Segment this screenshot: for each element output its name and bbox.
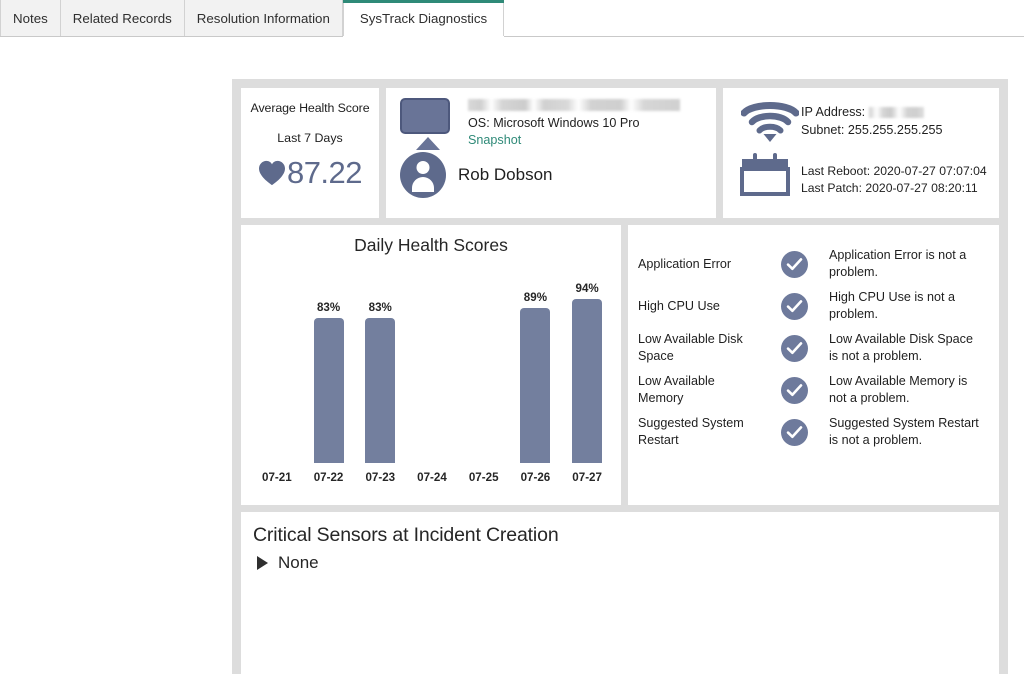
diagnostic-check-row: Suggested System Restart Suggested System… [638, 415, 985, 449]
average-health-score-card: Average Health Score Last 7 Days 87.22 [241, 88, 379, 218]
chart-bar-rect [520, 307, 551, 463]
dashboard-middle-row: Daily Health Scores 83% 83% 89% 94% 07-21 07… [241, 225, 999, 505]
tab-label: SysTrack Diagnostics [359, 10, 488, 26]
calendar-icon [739, 151, 791, 202]
check-name: Suggested System Restart [638, 416, 744, 447]
ip-address-row: IP Address: [801, 105, 942, 119]
user-block: Rob Dobson [400, 152, 553, 198]
machine-os-label: OS: Microsoft Windows 10 Pro [468, 116, 640, 130]
check-name: Low Available Memory [638, 374, 715, 405]
dashboard-header-row: Average Health Score Last 7 Days 87.22 O… [241, 88, 999, 218]
chart-x-tick: 07-27 [572, 471, 602, 484]
tab-related-records[interactable]: Related Records [60, 0, 185, 37]
diagnostic-check-row: Low Available Disk Space Low Available Di… [638, 331, 985, 365]
check-status-cell [763, 418, 825, 446]
chart-bar-label: 94% [575, 282, 599, 296]
tab-strip: Notes Related Records Resolution Informati… [0, 0, 505, 37]
check-name: High CPU Use [638, 298, 720, 313]
chart-bar[interactable]: 83% [303, 265, 355, 463]
reboot-patch-block: Last Reboot: 2020-07-27 07:07:04 Last Pa… [801, 164, 987, 195]
chart-title: Daily Health Scores [354, 235, 508, 255]
tab-label: Notes [13, 10, 48, 26]
check-message: Application Error is not a problem. [829, 248, 967, 279]
chart-x-tick: 07-24 [417, 471, 447, 484]
chart-bar-rect [572, 299, 603, 463]
daily-health-scores-chart: Daily Health Scores 83% 83% 89% 94% 07-21 07… [241, 225, 621, 505]
chart-x-axis: 07-21 07-22 07-23 07-24 07-25 07-26 07-27 [251, 471, 613, 487]
chart-bar[interactable]: 83% [354, 265, 406, 463]
health-score-title: Average Health Score [250, 101, 370, 115]
diagnostic-checks-panel: Application Error Application Error is no… [628, 225, 999, 505]
systrack-dashboard: Average Health Score Last 7 Days 87.22 O… [232, 79, 1008, 682]
health-score-period: Last 7 Days [277, 131, 343, 145]
check-circle-icon [780, 334, 808, 362]
critical-sensors-value: None [278, 553, 319, 572]
health-score-number: 87.22 [286, 155, 363, 190]
chart-bar-rect [313, 318, 344, 463]
user-avatar-icon [400, 152, 446, 198]
network-text-block: IP Address: Subnet: 255.255.255.255 [801, 105, 942, 137]
tab-label: Related Records [72, 10, 172, 26]
ip-address-redacted [869, 106, 925, 118]
check-circle-icon [780, 292, 808, 320]
check-circle-icon [780, 376, 808, 404]
check-status-cell [763, 334, 825, 362]
tab-notes[interactable]: Notes [0, 0, 61, 37]
chart-bar-rect [365, 318, 396, 463]
check-status-cell [763, 250, 825, 278]
critical-sensors-row: None [253, 553, 999, 573]
diagnostic-check-row: Application Error Application Error is no… [638, 247, 985, 281]
monitor-icon [400, 98, 456, 150]
last-patch-label: Last Patch: 2020-07-27 08:20:11 [801, 181, 978, 195]
wifi-icon [740, 98, 800, 149]
chart-x-tick: 07-22 [313, 471, 344, 484]
critical-sensors-card: Critical Sensors at Incident Creation No… [241, 512, 999, 682]
check-status-cell [763, 292, 825, 320]
subnet-label: Subnet: 255.255.255.255 [801, 123, 943, 137]
chart-bar-label: 83% [368, 301, 392, 315]
diagnostic-check-row: High CPU Use High CPU Use is not a proble… [638, 289, 985, 323]
tab-resolution-information[interactable]: Resolution Information [184, 0, 343, 37]
chart-bar[interactable]: 94% [561, 265, 613, 463]
check-message: Low Available Disk Space is not a proble… [829, 332, 973, 363]
check-status-cell [763, 376, 825, 404]
active-tab-underline-mask [342, 36, 505, 37]
check-message: High CPU Use is not a problem. [829, 290, 955, 321]
triangle-right-icon[interactable] [257, 556, 268, 570]
health-score-value-row: 87.22 [258, 155, 363, 190]
chart-x-tick: 07-23 [365, 471, 396, 484]
tab-bar-underline [0, 36, 1024, 37]
check-circle-icon [780, 250, 808, 278]
machine-text-block: OS: Microsoft Windows 10 Pro Snapshot [468, 98, 706, 147]
network-info-card: IP Address: Subnet: 255.255.255.255 Last… [723, 88, 999, 218]
tab-bar: Notes Related Records Resolution Informati… [0, 0, 1024, 37]
check-message: Low Available Memory is not a problem. [829, 374, 968, 405]
heart-icon [258, 160, 286, 186]
chart-bar[interactable]: 89% [510, 265, 562, 463]
machine-name-redacted [468, 99, 680, 111]
ip-address-label: IP Address: [801, 105, 866, 119]
snapshot-link[interactable]: Snapshot [468, 133, 706, 147]
chart-x-tick: 07-26 [520, 471, 551, 484]
machine-info-card: OS: Microsoft Windows 10 Pro Snapshot Ro… [386, 88, 716, 218]
chart-x-tick: 07-21 [262, 471, 292, 484]
critical-sensors-title: Critical Sensors at Incident Creation [253, 524, 559, 546]
chart-plot-area: 83% 83% 89% 94% [251, 265, 613, 463]
chart-bar-label: 89% [523, 290, 548, 304]
chart-x-tick: 07-25 [468, 471, 499, 484]
user-name-label: Rob Dobson [458, 165, 553, 184]
check-name: Application Error [638, 256, 732, 271]
check-message: Suggested System Restart is not a proble… [829, 416, 979, 447]
check-name: Low Available Disk Space [638, 332, 743, 363]
diagnostic-check-row: Low Available Memory Low Available Memory… [638, 373, 985, 407]
tab-systrack-diagnostics[interactable]: SysTrack Diagnostics [342, 0, 505, 37]
last-reboot-label: Last Reboot: 2020-07-27 07:07:04 [801, 164, 987, 178]
chart-bar-label: 83% [316, 301, 341, 315]
tab-label: Resolution Information [196, 10, 330, 26]
check-circle-icon [780, 418, 808, 446]
